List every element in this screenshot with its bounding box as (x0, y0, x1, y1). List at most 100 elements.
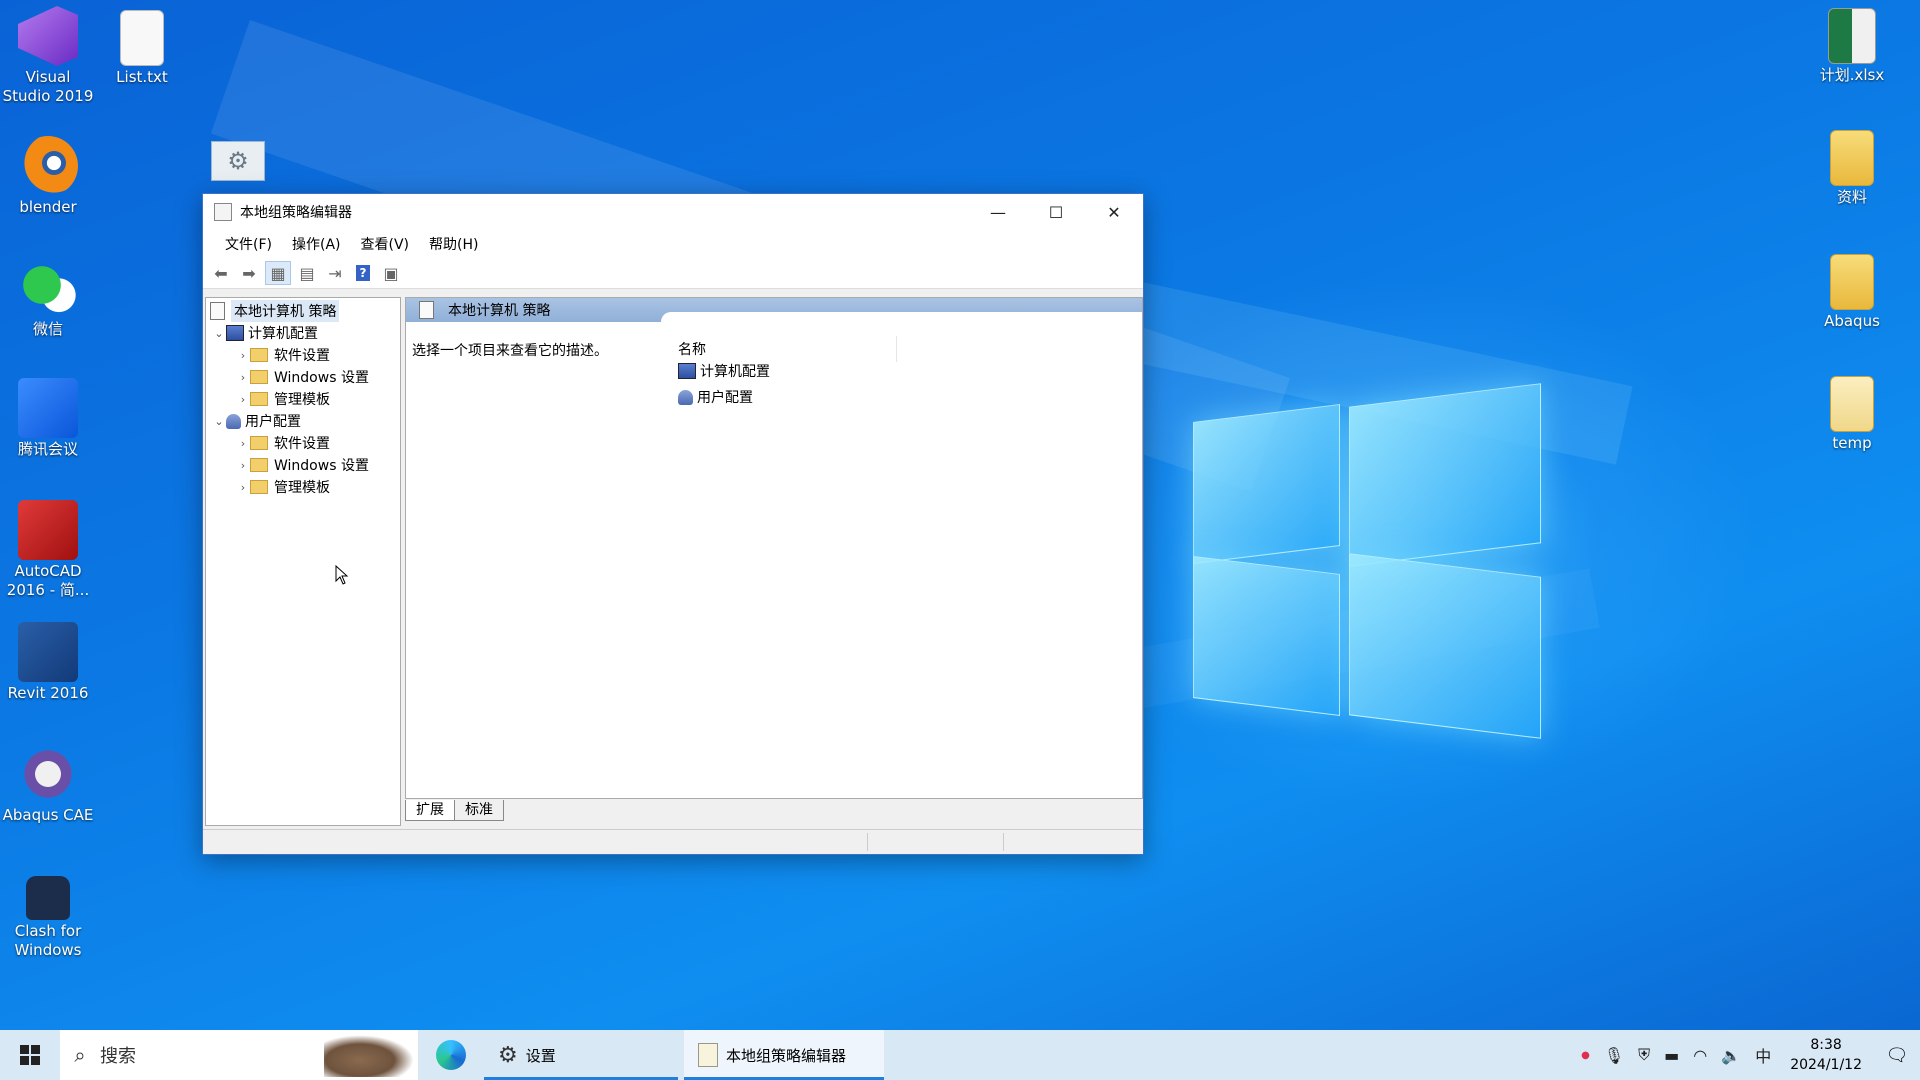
text-file-icon (120, 10, 164, 66)
tree-item-windows-settings[interactable]: › Windows 设置 (236, 366, 369, 388)
detail-header: 本地计算机 策略 (406, 298, 1142, 322)
battery-icon[interactable]: ▬ (1664, 1046, 1679, 1065)
chevron-down-icon[interactable]: ⌄ (212, 415, 226, 428)
shield-icon[interactable]: ⛨ (1638, 1045, 1650, 1065)
edge-browser-icon (436, 1040, 466, 1070)
folder-icon (1830, 376, 1874, 432)
computer-icon (226, 325, 244, 341)
desktop-icon-plan-xlsx[interactable]: 计划.xlsx (1806, 8, 1898, 85)
tree-item-user-windows-settings[interactable]: › Windows 设置 (236, 454, 369, 476)
desktop-icon-revit[interactable]: Revit 2016 (2, 622, 94, 703)
desktop-icon-folder-abaqus[interactable]: Abaqus (1806, 254, 1898, 331)
clock-date: 2024/1/12 (1790, 1057, 1862, 1073)
column-divider[interactable] (896, 336, 897, 362)
menu-bar: 文件(F) 操作(A) 查看(V) 帮助(H) (203, 230, 1143, 258)
folder-icon (250, 370, 268, 384)
taskbar-settings[interactable]: ⚙ 设置 (484, 1030, 678, 1080)
wifi-icon[interactable]: ◠ (1693, 1046, 1707, 1065)
desktop-icon-blender[interactable]: blender (2, 136, 94, 217)
policy-document-icon (698, 1043, 718, 1067)
menu-view[interactable]: 查看(V) (351, 234, 420, 254)
policy-tree[interactable]: 本地计算机 策略 ⌄ 计算机配置 › 软件设置 › Windows 设置 › 管… (205, 297, 401, 826)
tree-item-software-settings[interactable]: › 软件设置 (236, 344, 330, 366)
chevron-right-icon[interactable]: › (236, 481, 250, 494)
tree-item-local-computer-policy[interactable]: 本地计算机 策略 (210, 300, 340, 322)
help-icon[interactable]: ? (351, 262, 375, 284)
desktop-icon-list-txt[interactable]: List.txt (96, 10, 188, 87)
chevron-down-icon[interactable]: ⌄ (212, 327, 226, 340)
desktop-icon-visual-studio[interactable]: Visual Studio 2019 (2, 6, 94, 106)
title-bar[interactable]: 本地组策略编辑器 — ☐ ✕ (203, 194, 1143, 230)
wechat-icon (18, 258, 78, 318)
desktop-icon-autocad[interactable]: AutoCAD 2016 - 简... (2, 500, 94, 600)
ime-indicator[interactable]: 中 (1755, 1043, 1771, 1067)
close-button[interactable]: ✕ (1085, 194, 1143, 230)
visual-studio-icon (18, 6, 78, 66)
chevron-right-icon[interactable]: › (236, 437, 250, 450)
taskbar: ⌕ 搜索 ⚙ 设置 本地组策略编辑器 ● 🎙 ⛨ ▬ ◠ 🔈 中 8:38 20… (0, 1030, 1920, 1080)
tree-item-user-admin-templates[interactable]: › 管理模板 (236, 476, 330, 498)
start-button[interactable] (0, 1030, 60, 1080)
column-header-name[interactable]: 名称 (678, 339, 706, 359)
windows-logo-wallpaper (1193, 383, 1541, 739)
taskbar-search-box[interactable]: ⌕ 搜索 (60, 1030, 418, 1080)
settings-window-thumbnail[interactable]: ⚙ (211, 141, 265, 181)
tree-item-admin-templates[interactable]: › 管理模板 (236, 388, 330, 410)
menu-help[interactable]: 帮助(H) (419, 234, 488, 254)
description-text: 选择一个项目来查看它的描述。 (412, 343, 608, 359)
system-tray: ● 🎙 ⛨ ▬ ◠ 🔈 中 8:38 2024/1/12 🗨 (1574, 1030, 1920, 1080)
list-item-user-config[interactable]: 用户配置 (678, 386, 753, 408)
chevron-right-icon[interactable]: › (236, 393, 250, 406)
folder-icon (250, 458, 268, 472)
list-item-computer-config[interactable]: 计算机配置 (678, 360, 770, 382)
tree-item-user-config[interactable]: ⌄ 用户配置 (212, 410, 301, 432)
chevron-right-icon[interactable]: › (236, 371, 250, 384)
chevron-right-icon[interactable]: › (236, 349, 250, 362)
show-hide-tree-icon[interactable]: ▦ (265, 261, 291, 285)
policy-document-icon (214, 203, 232, 221)
tab-standard[interactable]: 标准 (454, 800, 504, 821)
minimize-button[interactable]: — (969, 194, 1027, 230)
revit-icon (18, 622, 78, 682)
folder-icon (250, 480, 268, 494)
notification-center-icon[interactable]: 🗨 (1874, 1045, 1920, 1066)
show-description-icon[interactable]: ▣ (379, 262, 403, 284)
maximize-button[interactable]: ☐ (1027, 194, 1085, 230)
user-icon (226, 413, 241, 429)
desktop-icon-wechat[interactable]: 微信 (2, 258, 94, 339)
view-tabs: 扩展 标准 (405, 800, 504, 822)
forward-arrow-icon[interactable]: ➡ (237, 262, 261, 284)
desktop-icon-abaqus-cae[interactable]: Abaqus CAE (2, 744, 94, 825)
search-icon: ⌕ (74, 1043, 86, 1067)
taskbar-clock[interactable]: 8:38 2024/1/12 (1778, 1035, 1874, 1075)
folder-icon (1830, 130, 1874, 186)
desktop-icon-folder-ziliao[interactable]: 资料 (1806, 130, 1898, 207)
detail-pane[interactable]: 本地计算机 策略 选择一个项目来查看它的描述。 名称 计算机配置 用户配置 (405, 297, 1143, 799)
tab-extended[interactable]: 扩展 (405, 800, 455, 821)
search-placeholder: 搜索 (100, 1046, 136, 1067)
microphone-icon[interactable]: 🎙 (1604, 1046, 1624, 1065)
back-arrow-icon[interactable]: ⬅ (209, 262, 233, 284)
tree-item-computer-config[interactable]: ⌄ 计算机配置 (212, 322, 318, 344)
folder-icon (250, 436, 268, 450)
tree-item-user-software-settings[interactable]: › 软件设置 (236, 432, 330, 454)
group-policy-editor-window[interactable]: 本地组策略编辑器 — ☐ ✕ 文件(F) 操作(A) 查看(V) 帮助(H) ⬅… (202, 193, 1144, 855)
chevron-right-icon[interactable]: › (236, 459, 250, 472)
desktop-icon-tencent-meeting[interactable]: 腾讯会议 (2, 378, 94, 459)
export-list-icon[interactable]: ⇥ (323, 262, 347, 284)
menu-action[interactable]: 操作(A) (282, 234, 351, 254)
tencent-meeting-icon (18, 378, 78, 438)
desktop-icon-clash[interactable]: Clash for Windows (2, 866, 94, 960)
recording-dot-icon[interactable]: ● (1581, 1050, 1590, 1061)
taskbar-edge[interactable] (418, 1030, 484, 1080)
properties-icon[interactable]: ▤ (295, 262, 319, 284)
desktop-icon-folder-temp[interactable]: temp (1806, 376, 1898, 453)
search-highlight-image (324, 1035, 414, 1077)
menu-file[interactable]: 文件(F) (215, 234, 282, 254)
clock-time: 8:38 (1810, 1037, 1842, 1053)
folder-icon (250, 348, 268, 362)
volume-icon[interactable]: 🔈 (1721, 1046, 1741, 1065)
windows-start-icon (20, 1045, 40, 1065)
taskbar-gpedit[interactable]: 本地组策略编辑器 (684, 1030, 884, 1080)
gear-icon: ⚙ (227, 147, 249, 175)
